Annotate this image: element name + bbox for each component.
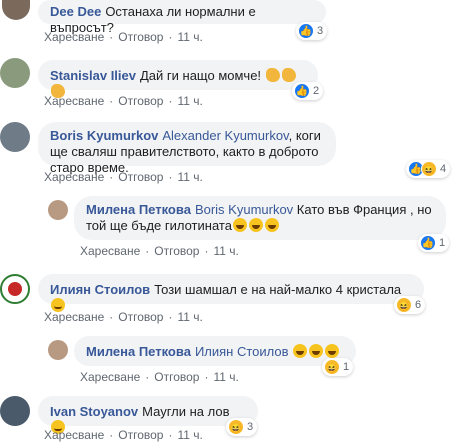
comment-bubble: Ivan Stoyanov Маугли на лов [38,396,258,434]
haha-icon: 😆 [228,419,244,435]
like-icon: 👍 [294,83,310,99]
comment-text: Маугли на лов [142,404,230,419]
reply-link[interactable]: Отговор [118,30,163,44]
avatar[interactable] [0,274,30,304]
laugh-emoji [293,344,308,358]
like-icon: 👍 [298,23,314,39]
laugh-emoji [232,218,247,232]
timestamp[interactable]: 11 ч. [177,428,202,442]
reaction-summary[interactable]: 😆 3 [226,418,258,436]
like-link[interactable]: Харесване [44,30,104,44]
reaction-count: 1 [343,361,350,373]
reaction-count: 1 [439,237,446,249]
avatar[interactable] [2,0,30,20]
timestamp[interactable]: 11 ч. [177,30,202,44]
comment-text: Този шамшал е на най-малко 4 кристала [154,282,402,297]
like-icon: 👍 [420,235,436,251]
like-link[interactable]: Харесване [44,94,104,108]
timestamp[interactable]: 11 ч. [213,244,238,258]
comment-actions: Харесване · Отговор · 11 ч. [44,30,203,44]
reaction-count: 2 [313,85,320,97]
muscle-emoji [265,68,280,82]
comment-bubble: Stanislav Iliev Дай ги нащо момче! [38,60,318,98]
reply-link[interactable]: Отговор [118,94,163,108]
timestamp[interactable]: 11 ч. [177,170,202,184]
reply-link[interactable]: Отговор [154,370,199,384]
mention-link[interactable]: Boris Kyumurkov [195,202,293,217]
laugh-emoji [264,218,279,232]
muscle-emoji [281,68,296,82]
laugh-emoji [325,344,340,358]
comment-actions: Харесване · Отговор · 11 ч. [80,370,239,384]
reply-link[interactable]: Отговор [118,310,163,324]
timestamp[interactable]: 11 ч. [213,370,238,384]
avatar[interactable] [48,200,68,220]
like-link[interactable]: Харесване [44,428,104,442]
author-name[interactable]: Boris Kyumurkov [50,128,158,143]
reaction-count: 3 [317,25,324,37]
emblem-icon [8,282,22,296]
haha-icon: 😆 [421,161,437,177]
reply-link[interactable]: Отговор [118,170,163,184]
comment-actions: Харесване · Отговор · 11 ч. [44,310,203,324]
comment-bubble: Илиян Стоилов Този шамшал е на най-малко … [38,274,424,312]
like-link[interactable]: Харесване [80,370,140,384]
reply-link[interactable]: Отговор [118,428,163,442]
reaction-summary[interactable]: 👍 2 [292,82,324,100]
comment-bubble: Boris Kyumurkov Alexander Kyumurkov, коги… [38,122,336,175]
comment-actions: Харесване · Отговор · 11 ч. [44,94,203,108]
timestamp[interactable]: 11 ч. [177,94,202,108]
avatar[interactable] [0,396,30,426]
reply-link[interactable]: Отговор [154,244,199,258]
reaction-summary[interactable]: 😆 1 [322,358,354,376]
reaction-count: 3 [247,421,254,433]
author-name[interactable]: Илиян Стоилов [50,282,150,297]
timestamp[interactable]: 11 ч. [177,310,202,324]
reaction-count: 6 [415,299,422,311]
author-name[interactable]: Stanislav Iliev [50,68,136,83]
avatar[interactable] [48,340,68,360]
like-link[interactable]: Харесване [80,244,140,258]
comment-bubble: Милена Петкова Илиян Стоилов [74,336,356,366]
reaction-summary[interactable]: 👍 1 [418,234,450,252]
haha-icon: 😆 [324,359,340,375]
comment-bubble: Dee Dee Останаха ли нормални е въпросът? [38,0,326,35]
author-name[interactable]: Милена Петкова [86,202,191,217]
like-link[interactable]: Харесване [44,310,104,324]
reaction-summary[interactable]: 👍 😆 4 [406,160,451,178]
comment-actions: Харесване · Отговор · 11 ч. [44,428,203,442]
avatar[interactable] [0,122,30,152]
laugh-emoji [309,344,324,358]
laugh-emoji [248,218,263,232]
mention-link[interactable]: Илиян Стоилов [195,344,289,359]
reaction-summary[interactable]: 👍 3 [296,22,328,40]
like-link[interactable]: Харесване [44,170,104,184]
comment-text: Дай ги нащо момче! [140,68,262,83]
haha-icon: 😆 [396,297,412,313]
reaction-summary[interactable]: 😆 6 [394,296,426,314]
author-name[interactable]: Ivan Stoyanov [50,404,138,419]
author-name[interactable]: Милена Петкова [86,344,191,359]
comment-bubble: Милена Петкова Boris Kyumurkov Като във Ф… [74,196,446,240]
comment-actions: Харесване · Отговор · 11 ч. [80,244,239,258]
avatar[interactable] [0,58,30,88]
author-name[interactable]: Dee Dee [50,4,101,19]
comment-actions: Харесване · Отговор · 11 ч. [44,170,203,184]
mention-link[interactable]: Alexander Kyumurkov [162,128,288,143]
reaction-count: 4 [440,163,447,175]
